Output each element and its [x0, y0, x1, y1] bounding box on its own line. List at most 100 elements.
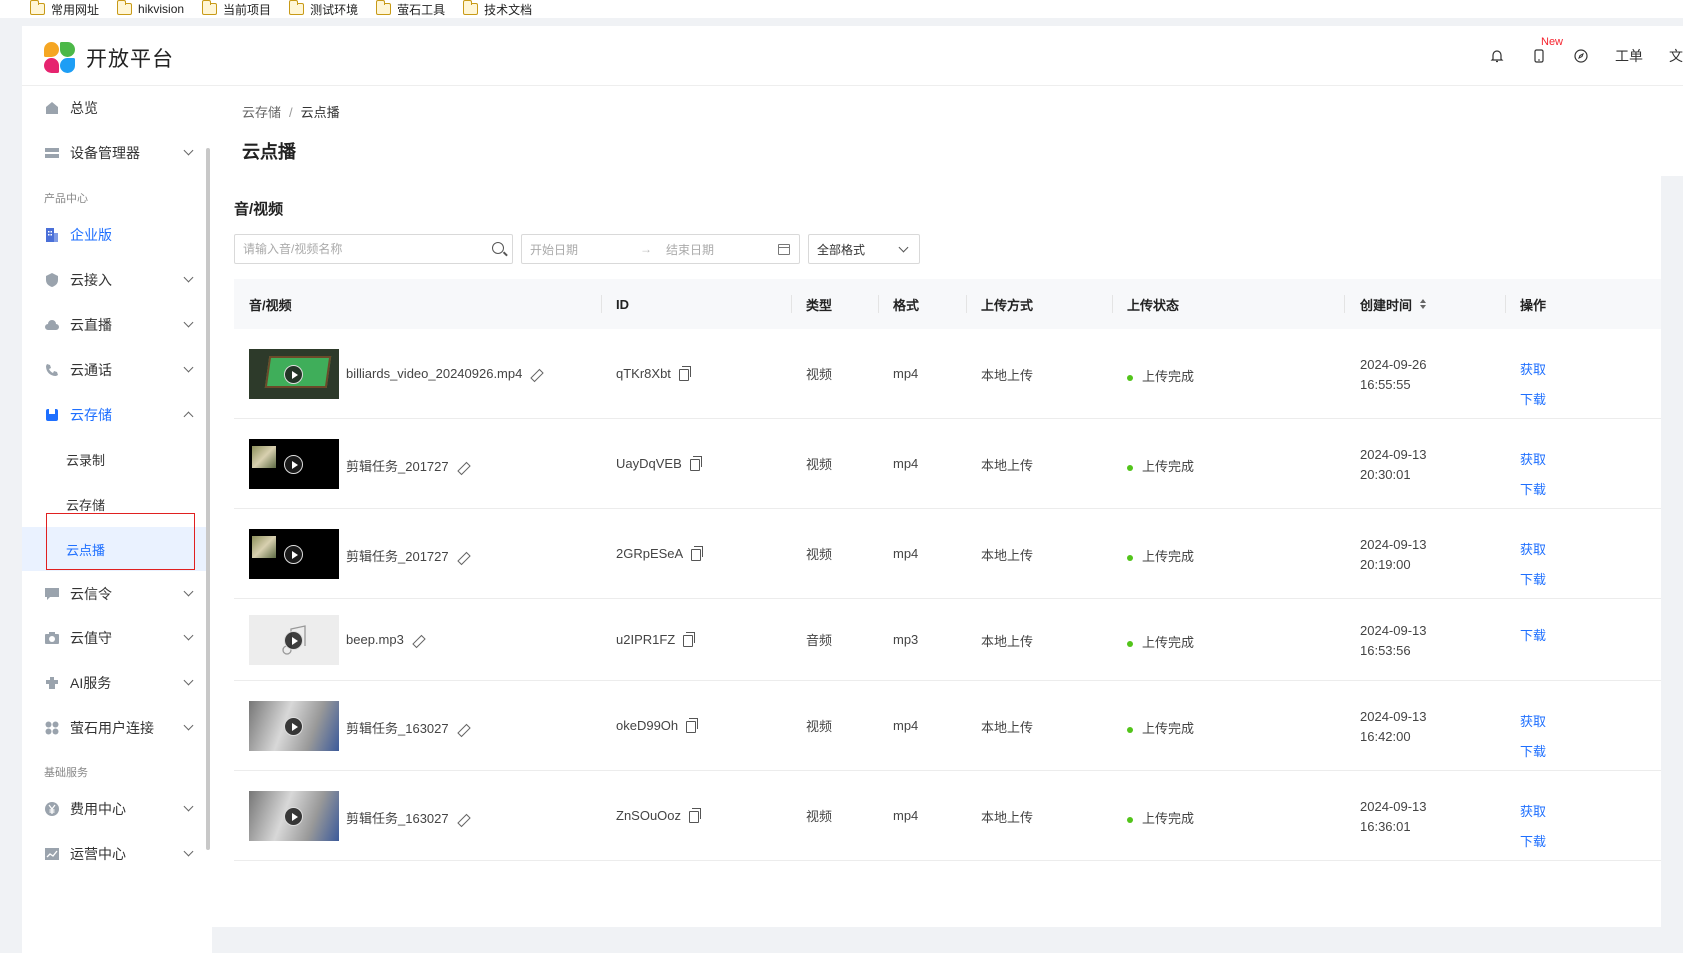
message-icon: [45, 588, 59, 600]
copy-icon[interactable]: [689, 807, 702, 823]
created-time: 2024-09-26 16:55:55: [1360, 357, 1427, 392]
nav-group-basic: 基础服务: [44, 767, 88, 779]
media-thumbnail[interactable]: [249, 439, 339, 489]
upload-status: 上传完成: [1127, 366, 1194, 385]
media-thumbnail[interactable]: [249, 615, 339, 665]
edit-icon[interactable]: [412, 635, 424, 647]
copy-icon[interactable]: [686, 717, 699, 733]
highlight-annotation: [46, 513, 195, 570]
copy-icon[interactable]: [689, 455, 702, 471]
sidebar-item-ai-service[interactable]: AI服务: [22, 661, 206, 705]
column-header-upload-status: 上传状态: [1127, 297, 1180, 313]
home-icon: [46, 102, 58, 114]
upload-method: 本地上传: [981, 458, 1034, 473]
start-date-input[interactable]: 开始日期: [530, 241, 640, 258]
sidebar-item-billing[interactable]: 费用中心: [22, 787, 206, 831]
media-thumbnail[interactable]: [249, 529, 339, 579]
chart-icon: [45, 848, 59, 860]
action-link-primary[interactable]: 获取: [1520, 535, 1546, 565]
column-header-created[interactable]: 创建时间: [1360, 279, 1427, 329]
users-icon: [45, 721, 59, 735]
sidebar-item-cloud-access[interactable]: 云接入: [22, 258, 206, 302]
action-link-secondary[interactable]: 下载: [1520, 827, 1546, 857]
copy-icon[interactable]: [683, 631, 696, 647]
copy-icon[interactable]: [691, 545, 704, 561]
search-icon[interactable]: [492, 242, 504, 254]
action-link-primary[interactable]: 获取: [1520, 797, 1546, 827]
media-format: mp3: [893, 632, 919, 647]
sidebar-item-enterprise[interactable]: 企业版: [22, 213, 206, 257]
upload-method: 本地上传: [981, 634, 1034, 649]
ticket-link[interactable]: 工单: [1615, 46, 1643, 66]
play-icon[interactable]: [284, 545, 303, 564]
action-link-secondary[interactable]: 下载: [1520, 475, 1546, 505]
media-type: 视频: [806, 547, 833, 562]
logo[interactable]: 开放平台: [44, 42, 174, 74]
sidebar-item-operation[interactable]: 运营中心: [22, 832, 206, 876]
sort-icon[interactable]: [1420, 299, 1427, 309]
sidebar-item-device-manager[interactable]: 设备管理器: [22, 131, 206, 175]
sidebar-item-cloud-live[interactable]: 云直播: [22, 303, 206, 347]
action-link-primary[interactable]: 获取: [1520, 445, 1546, 475]
sidebar-item-cloud-call[interactable]: 云通话: [22, 348, 206, 392]
end-date-input[interactable]: 结束日期: [666, 241, 766, 258]
bookmark-item[interactable]: 技术文档: [462, 0, 532, 18]
top-header: 开放平台 New 工单 文: [22, 26, 1683, 86]
media-thumbnail[interactable]: [249, 349, 339, 399]
date-range-picker[interactable]: 开始日期 → 结束日期: [521, 234, 800, 264]
media-id: u2IPR1FZ: [616, 631, 696, 647]
column-divider: [1505, 295, 1506, 313]
sidebar-item-overview[interactable]: 总览: [22, 86, 206, 130]
media-thumbnail[interactable]: [249, 701, 339, 751]
bell-icon[interactable]: [1489, 48, 1505, 64]
sidebar-item-cloud-storage[interactable]: 云存储: [22, 393, 206, 437]
action-link-secondary[interactable]: 下载: [1520, 565, 1546, 595]
edit-icon[interactable]: [457, 814, 469, 826]
upload-status: 上传完成: [1127, 632, 1194, 651]
column-header-format: 格式: [893, 297, 920, 313]
sidebar-item-ys-user[interactable]: 萤石用户连接: [22, 706, 206, 750]
compass-icon[interactable]: [1573, 48, 1589, 64]
edit-icon[interactable]: [530, 369, 542, 381]
bookmark-item[interactable]: 当前项目: [201, 0, 271, 18]
column-header-upload-method: 上传方式: [981, 297, 1034, 313]
media-thumbnail[interactable]: [249, 791, 339, 841]
action-link-secondary[interactable]: 下载: [1520, 737, 1546, 767]
mobile-icon[interactable]: New: [1531, 36, 1563, 64]
play-icon[interactable]: [284, 631, 303, 650]
status-dot: [1127, 374, 1133, 381]
sidebar-scrollbar[interactable]: [206, 148, 210, 850]
play-icon[interactable]: [284, 807, 303, 826]
copy-icon[interactable]: [678, 365, 691, 381]
breadcrumb-parent[interactable]: 云存储: [242, 105, 281, 120]
created-time: 2024-09-13 20:30:01: [1360, 447, 1427, 482]
action-link-primary[interactable]: 下载: [1520, 621, 1546, 651]
bookmark-item[interactable]: 常用网址: [29, 0, 99, 18]
bookmark-item[interactable]: 测试环境: [288, 0, 358, 18]
table-row: 剪辑任务_201727 UayDqVEB 视频 mp4 本地上传 上传完成 2024-09-…: [234, 419, 1661, 509]
play-icon[interactable]: [284, 365, 303, 384]
action-link-primary[interactable]: 获取: [1520, 355, 1546, 385]
format-select[interactable]: 全部格式: [808, 234, 920, 264]
edit-icon[interactable]: [457, 552, 469, 564]
bookmark-item[interactable]: hikvision: [116, 0, 184, 16]
sidebar-item-cloud-guard[interactable]: 云值守: [22, 616, 206, 660]
header-actions: New 工单 文: [1489, 36, 1683, 66]
sidebar-item-cloud-signal[interactable]: 云信令: [22, 572, 206, 616]
sidebar-subitem-record[interactable]: 云录制: [22, 437, 206, 481]
folder-icon: [116, 0, 133, 15]
media-id: UayDqVEB: [616, 455, 702, 471]
play-icon[interactable]: [284, 717, 303, 736]
doc-link[interactable]: 文: [1669, 46, 1683, 66]
table-header: 音/视频 ID 类型 格式 上传方式 上传状态 创建时间 操作: [234, 279, 1661, 329]
puzzle-icon: [46, 677, 58, 689]
play-icon[interactable]: [284, 455, 303, 474]
search-input[interactable]: [235, 235, 475, 263]
edit-icon[interactable]: [457, 462, 469, 474]
edit-icon[interactable]: [457, 724, 469, 736]
media-type: 视频: [806, 809, 833, 824]
media-format: mp4: [893, 366, 919, 381]
action-link-primary[interactable]: 获取: [1520, 707, 1546, 737]
bookmark-item[interactable]: 萤石工具: [375, 0, 445, 18]
action-link-secondary[interactable]: 下载: [1520, 385, 1546, 415]
